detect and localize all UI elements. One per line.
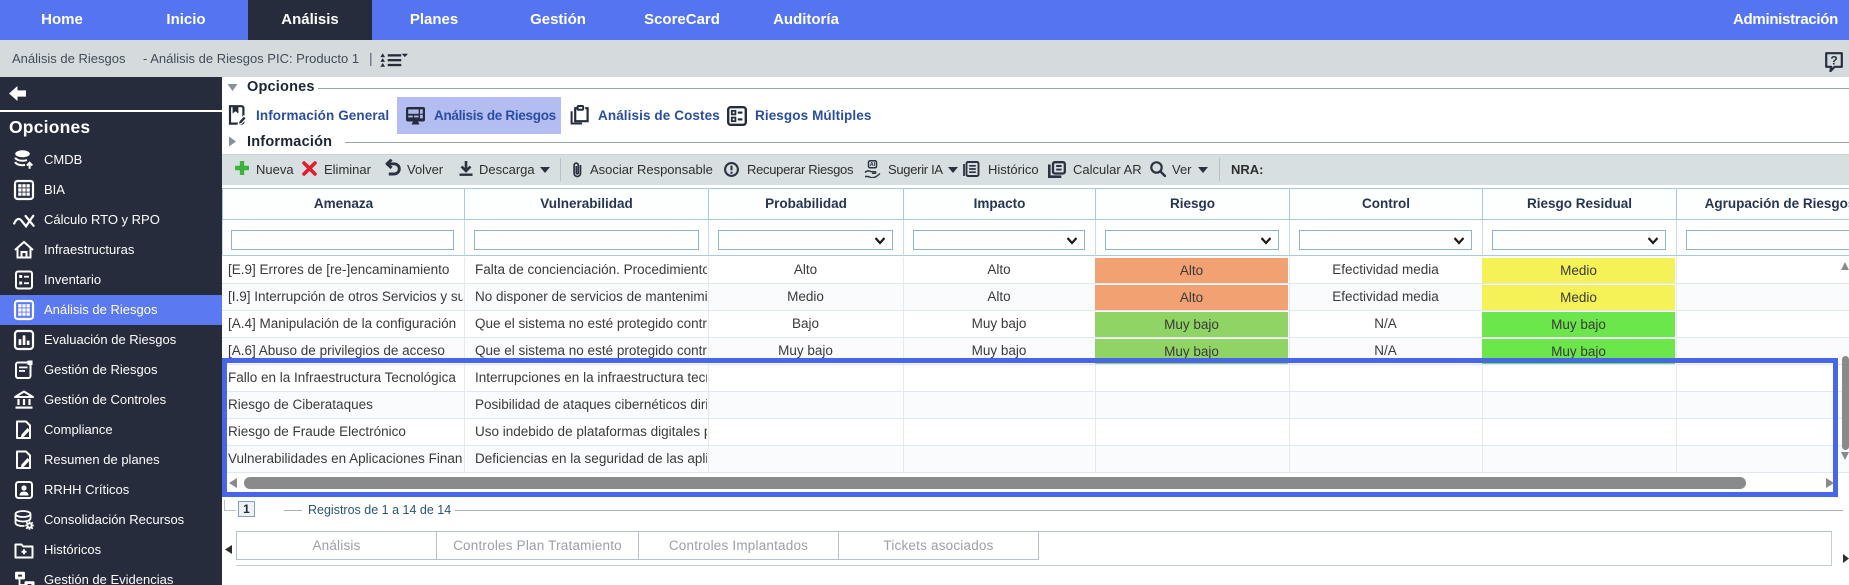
svg-text:AI: AI <box>870 162 876 168</box>
svg-text:?: ? <box>1830 54 1837 68</box>
